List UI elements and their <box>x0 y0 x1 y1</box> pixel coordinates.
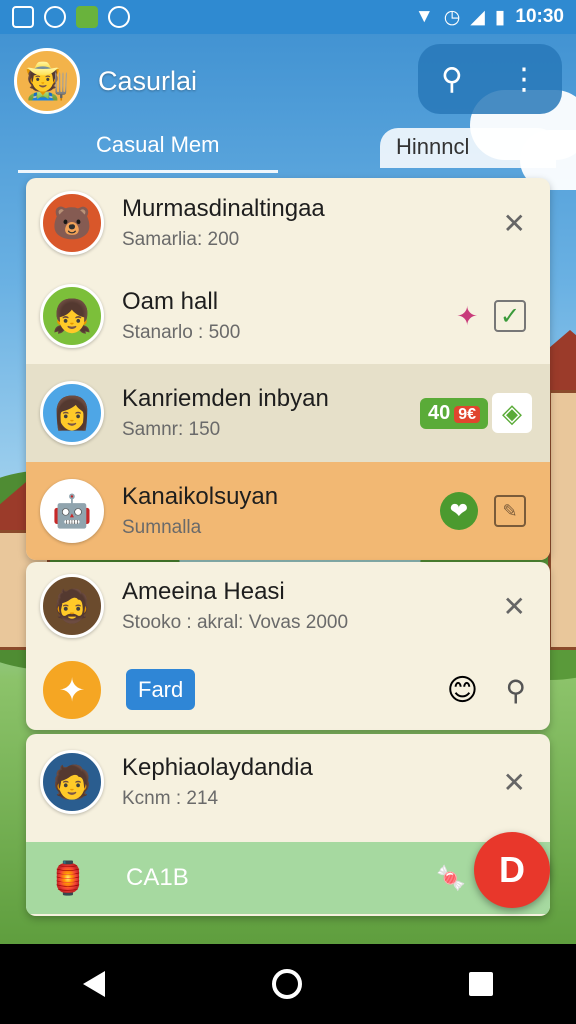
avatar-glyph: 🧑 <box>52 764 92 800</box>
app-avatar[interactable]: 🧑‍🌾 <box>14 48 80 114</box>
chat-row[interactable]: 👧 Oam hall Stanarlo : 500 ✦ ✓ <box>26 268 550 364</box>
badge-count: 40 <box>427 401 451 424</box>
chat-subtitle: Samarlia: 200 <box>122 229 240 250</box>
chat-row[interactable]: 🧑 Kephiaolaydandia Kcnm : 214 ✕ <box>26 734 550 830</box>
bottom-bar-label: CA1B <box>126 864 189 891</box>
lamp-icon: 🏮 <box>48 860 88 896</box>
chat-row-highlighted[interactable]: 👩 Kanriemden inbyan Samnr: 150 40 9€ ◈ <box>26 364 550 462</box>
wifi-icon: ▼ <box>414 6 434 27</box>
avatar-glyph: 👩 <box>52 395 92 431</box>
chat-subtitle: Kcnm : 214 <box>122 788 219 809</box>
bottom-action-bar[interactable]: 🏮 CA1B 🍬 <box>26 842 550 914</box>
tab-bar: Casual Mem Hinnncl <box>0 128 576 174</box>
header-actions: ⚲ ⋮ <box>418 44 562 114</box>
recent-apps-icon[interactable] <box>468 972 493 996</box>
chat-card-group: 🐻 Murmasdinaltingaa Samarlia: 200 ✕ 👧 Oa… <box>26 178 550 560</box>
avatar: 🐻 <box>40 191 104 255</box>
chat-row-selected[interactable]: 🤖 Kanaikolsuyan Sumnalla ❤ ✎ <box>26 462 550 560</box>
close-icon[interactable]: ✕ <box>503 590 526 623</box>
avatar: 👧 <box>40 284 104 348</box>
edit-icon[interactable]: ✎ <box>494 495 526 527</box>
chat-subtitle: Stanarlo : 500 <box>122 322 241 343</box>
avatar-glyph: 🤖 <box>52 493 92 529</box>
chat-name: Murmasdinaltingaa <box>122 195 325 222</box>
avatar-glyph: 👧 <box>52 298 92 334</box>
candy-icon[interactable]: 🍬 <box>436 864 466 893</box>
home-icon[interactable] <box>271 969 302 999</box>
more-menu-icon[interactable]: ⋮ <box>509 62 539 97</box>
chat-name: Ameeina Heasi <box>122 578 285 605</box>
active-tab-indicator <box>18 170 278 173</box>
status-bar: ▼ ◷ ◢ ▮ 10:30 <box>0 0 576 34</box>
avatar: 👩 <box>40 381 104 445</box>
sparkle-icon[interactable]: ✦ <box>456 301 478 332</box>
chat-subtitle: Sumnalla <box>122 517 202 538</box>
link-icon[interactable]: ⚲ <box>505 674 526 707</box>
alarm-icon: ◷ <box>443 6 461 28</box>
action-row: ✦ Fard 😊 ⚲ <box>26 650 550 730</box>
chat-row[interactable]: 🐻 Murmasdinaltingaa Samarlia: 200 ✕ <box>26 178 550 268</box>
app-title: Casurlai <box>98 65 198 96</box>
navigation-bar <box>0 944 576 1024</box>
close-icon[interactable]: ✕ <box>503 207 526 240</box>
app-header: 🧑‍🌾 Casurlai ⚲ ⋮ <box>0 34 576 128</box>
floating-action-button[interactable]: D <box>474 832 550 908</box>
signal-icon: ◢ <box>470 6 485 28</box>
shield-icon[interactable]: ◈ <box>492 393 532 433</box>
chrome-icon <box>108 6 130 28</box>
app-notification-icon <box>76 6 98 28</box>
tab-casual-mem[interactable]: Casual Mem <box>96 132 219 158</box>
chat-name: Oam hall <box>122 288 219 315</box>
red-badge: 9€ <box>454 405 480 423</box>
chat-name: Kanriemden inbyan <box>122 385 329 412</box>
close-icon[interactable]: ✕ <box>503 766 526 799</box>
tab-hinnncl[interactable]: Hinnncl <box>380 128 556 168</box>
avatar-glyph: 🐻 <box>52 205 92 241</box>
avatar: 🧔 <box>40 574 104 638</box>
chat-subtitle: Samnr: 150 <box>122 419 221 440</box>
chat-subtitle: Stooko : akral: Vovas 2000 <box>122 612 349 633</box>
chat-name: Kephiaolaydandia <box>122 754 313 781</box>
avatar-glyph: 🧑‍🌾 <box>24 60 70 101</box>
avatar: 🤖 <box>40 479 104 543</box>
chat-bubble-icon[interactable]: ❤ <box>440 492 478 530</box>
avatar: 🧑 <box>40 750 104 814</box>
emoji-icon[interactable]: 😊 <box>447 673 478 708</box>
count-badge: 40 9€ <box>419 397 488 429</box>
notification-icon <box>12 6 34 28</box>
chat-card-group: 🧔 Ameeina Heasi Stooko : akral: Vovas 20… <box>26 562 550 730</box>
status-time: 10:30 <box>515 6 564 27</box>
house <box>548 390 576 650</box>
farm-button[interactable]: Fard <box>126 669 196 710</box>
chat-card-group: 🧑 Kephiaolaydandia Kcnm : 214 ✕ 🏮 CA1B 🍬 <box>26 734 550 916</box>
back-icon[interactable] <box>83 971 106 997</box>
chat-name: Kanaikolsuyan <box>122 483 279 510</box>
leaf-sticker-icon: ✦ <box>40 658 104 722</box>
chat-row[interactable]: 🧔 Ameeina Heasi Stooko : akral: Vovas 20… <box>26 562 550 650</box>
search-icon[interactable]: ⚲ <box>441 62 463 97</box>
whatsapp-icon <box>44 6 66 28</box>
avatar-glyph: 🧔 <box>52 588 92 624</box>
badge-group[interactable]: 40 9€ <box>419 397 488 429</box>
battery-icon: ▮ <box>494 6 506 28</box>
checkbox-icon[interactable]: ✓ <box>494 300 526 332</box>
